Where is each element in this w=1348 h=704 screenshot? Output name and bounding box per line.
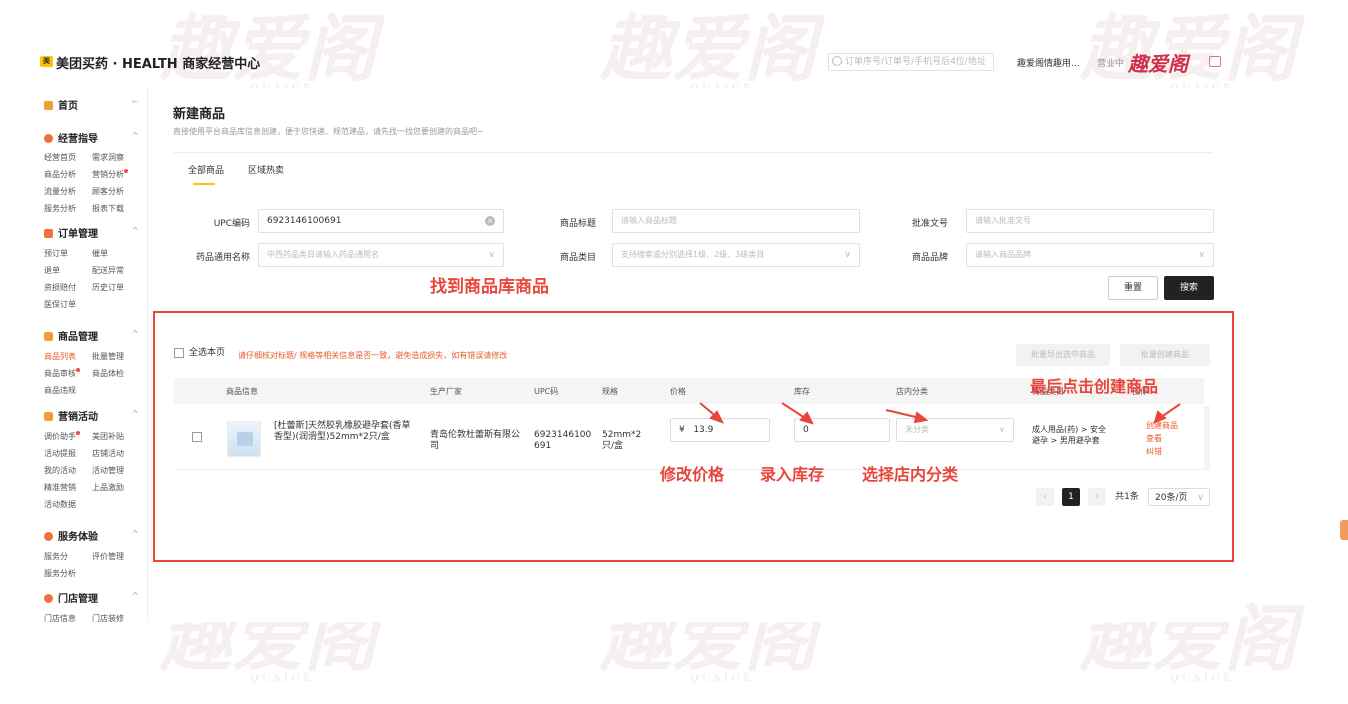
annotation-arrows <box>699 402 1181 425</box>
arrow-category <box>885 409 921 419</box>
feedback-tab[interactable] <box>1340 520 1348 540</box>
arrowhead <box>799 411 814 425</box>
arrowhead <box>913 411 929 424</box>
arrowhead <box>1153 410 1167 424</box>
